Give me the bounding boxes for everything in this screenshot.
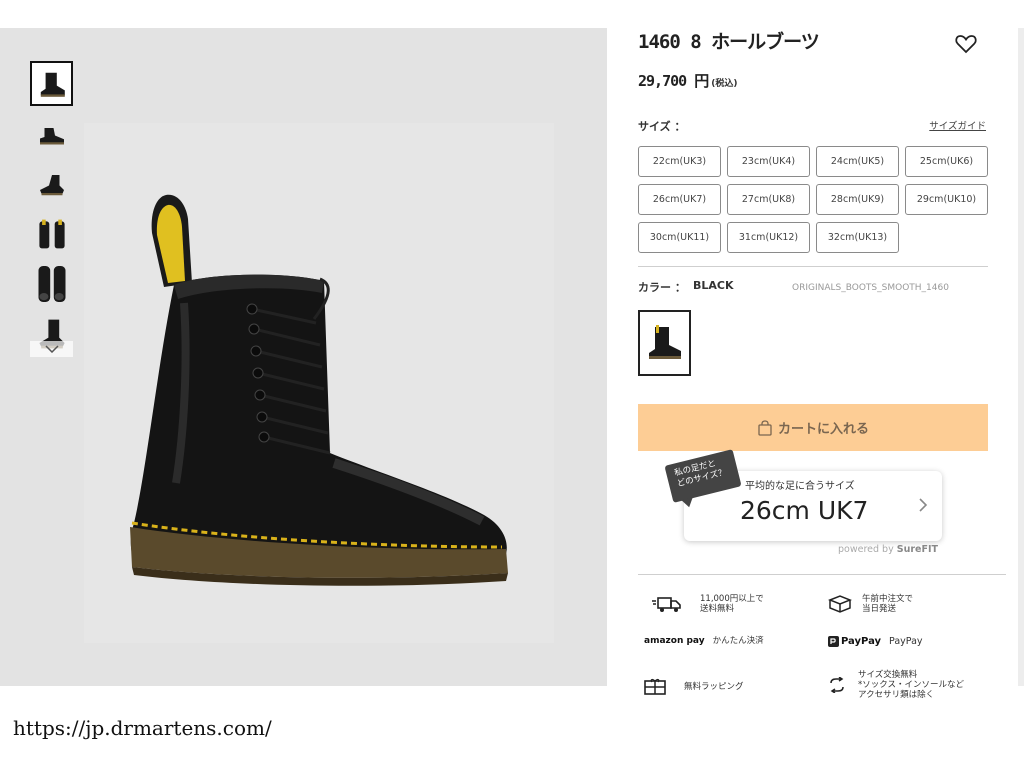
size-option-30[interactable]: 30cm(UK11) xyxy=(638,222,721,253)
fit-size-value: 26cm UK7 xyxy=(740,496,869,525)
feature-same-day: 午前中注文で 当日発送 xyxy=(828,594,913,614)
chevron-right-icon xyxy=(919,498,928,512)
same-day-line1: 午前中注文で xyxy=(862,594,914,604)
box-icon xyxy=(828,594,852,614)
feature-free-shipping: 11,000円以上で 送料無料 xyxy=(652,594,764,614)
color-label: カラー ： xyxy=(638,281,686,294)
thumbnail-boot-low-side[interactable] xyxy=(30,111,73,156)
thumbnail-scroll-down[interactable] xyxy=(30,341,73,357)
size-option-27[interactable]: 27cm(UK8) xyxy=(727,184,810,215)
surefit-credit: powered by SureFIT xyxy=(838,544,938,555)
exchange-line2: *ソックス・インソールなど xyxy=(858,680,964,690)
tax-note: (税込) xyxy=(711,79,738,89)
main-product-image xyxy=(84,123,554,643)
size-option-25[interactable]: 25cm(UK6) xyxy=(905,146,988,177)
feature-size-exchange: サイズ交換無料 *ソックス・インソールなど アクセサリ類は除く xyxy=(828,670,964,700)
size-option-32[interactable]: 32cm(UK13) xyxy=(816,222,899,253)
boot-swatch-image xyxy=(648,325,681,359)
price-value: 29,700 円 xyxy=(638,72,709,90)
scrollbar[interactable] xyxy=(1018,28,1024,686)
thumbnail-boot-pair-back[interactable] xyxy=(30,211,73,256)
feature-paypay: PayPay PayPay xyxy=(828,636,923,647)
bag-icon xyxy=(758,419,772,436)
thumbnail-boot-side[interactable] xyxy=(30,61,73,106)
free-shipping-line1: 11,000円以上で xyxy=(700,594,764,604)
divider xyxy=(638,266,988,267)
size-option-23[interactable]: 23cm(UK4) xyxy=(727,146,810,177)
size-label: サイズ ： xyxy=(638,120,686,133)
free-wrapping-text: 無料ラッピング xyxy=(684,682,744,692)
powered-prefix: powered by xyxy=(838,544,897,555)
thumbnail-boot-angle[interactable] xyxy=(30,161,73,206)
thumbnail-boot-pair-front[interactable] xyxy=(30,261,73,306)
size-option-28[interactable]: 28cm(UK9) xyxy=(816,184,899,215)
heart-icon xyxy=(955,35,977,54)
amazon-pay-text: かんたん決済 xyxy=(712,636,764,646)
paypay-logo: PayPay xyxy=(828,636,881,647)
feature-free-wrapping: 無料ラッピング xyxy=(644,678,744,696)
exchange-line3: アクセサリ類は除く xyxy=(858,690,935,700)
paypay-text: PayPay xyxy=(889,635,923,647)
divider xyxy=(638,574,1006,575)
gift-icon xyxy=(644,678,674,696)
page-url: https://jp.drmartens.com/ xyxy=(13,716,272,740)
color-swatch-black[interactable] xyxy=(638,310,691,376)
add-to-cart-label: カートに入れる xyxy=(777,422,869,437)
exchange-line1: サイズ交換無料 xyxy=(858,670,918,680)
paypay-icon xyxy=(828,636,839,647)
exchange-icon xyxy=(828,677,848,693)
amazon-pay-logo: amazon pay xyxy=(644,636,705,646)
style-code: ORIGINALS_BOOTS_SMOOTH_1460 xyxy=(792,283,949,293)
truck-icon xyxy=(652,595,690,613)
free-shipping-line2: 送料無料 xyxy=(700,604,735,614)
size-option-31[interactable]: 31cm(UK12) xyxy=(727,222,810,253)
thumbnail-list xyxy=(30,61,74,357)
same-day-line2: 当日発送 xyxy=(862,604,897,614)
fit-caption: 平均的な足に合うサイズ xyxy=(745,481,855,492)
size-option-24[interactable]: 24cm(UK5) xyxy=(816,146,899,177)
chevron-down-icon xyxy=(44,345,59,353)
size-guide-link[interactable]: サイズガイド xyxy=(929,118,986,132)
favorite-button[interactable] xyxy=(954,32,978,56)
color-value: BLACK xyxy=(693,279,734,292)
product-title: 1460 8 ホールブーツ xyxy=(638,31,820,53)
paypay-logo-text: PayPay xyxy=(841,635,882,647)
feature-amazon-pay: amazon pay かんたん決済 xyxy=(644,636,764,646)
size-options: 22cm(UK3) 23cm(UK4) 24cm(UK5) 25cm(UK6) … xyxy=(638,146,988,253)
product-gallery xyxy=(0,28,607,686)
size-option-29[interactable]: 29cm(UK10) xyxy=(905,184,988,215)
price: 29,700 円 (税込) xyxy=(638,70,737,91)
add-to-cart-button[interactable]: カートに入れる xyxy=(638,404,988,451)
size-option-22[interactable]: 22cm(UK3) xyxy=(638,146,721,177)
size-option-26[interactable]: 26cm(UK7) xyxy=(638,184,721,215)
surefit-brand: SureFIT xyxy=(896,544,938,555)
